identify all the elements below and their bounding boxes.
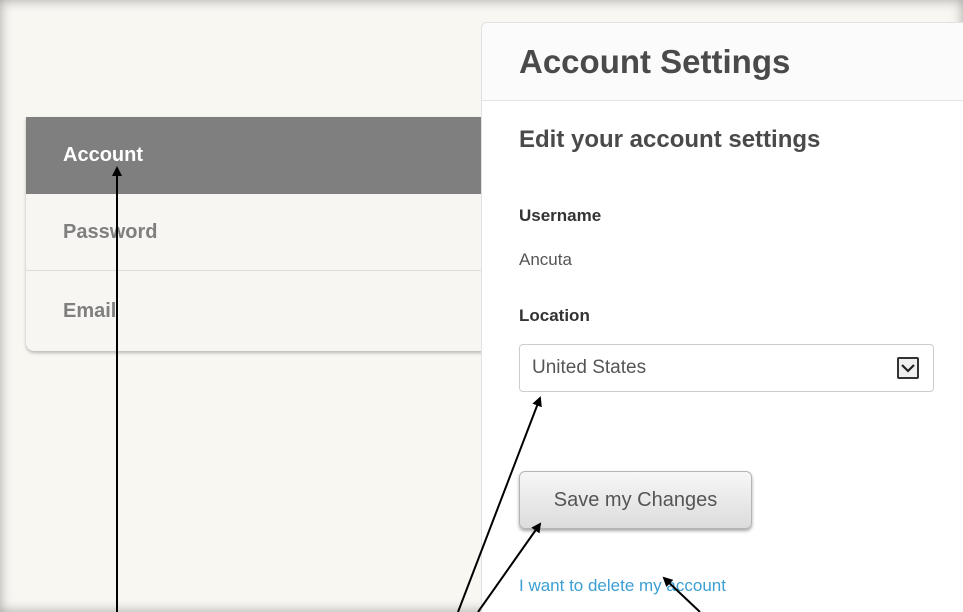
- account-settings-panel: Account Settings Edit your account setti…: [481, 22, 963, 612]
- username-label: Username: [519, 206, 602, 225]
- location-select[interactable]: United States: [519, 344, 934, 392]
- save-changes-button[interactable]: Save my Changes: [519, 471, 752, 529]
- sidebar-item-label: Password: [63, 220, 158, 243]
- settings-sidebar: Account Password Email: [26, 117, 496, 351]
- page-title: Account Settings: [519, 42, 791, 80]
- delete-account-link[interactable]: I want to delete my account: [519, 576, 726, 596]
- location-selected-value: United States: [532, 357, 647, 378]
- chevron-down-icon[interactable]: [897, 357, 919, 379]
- username-value: Ancuta: [519, 250, 572, 269]
- sidebar-item-label: Email: [63, 299, 117, 322]
- screenshot-canvas: Account Password Email Account Settings …: [0, 0, 963, 612]
- panel-header: Account Settings: [482, 23, 963, 101]
- sidebar-item-email[interactable]: Email: [26, 271, 496, 351]
- location-label: Location: [519, 306, 590, 325]
- sidebar-item-account[interactable]: Account: [26, 117, 496, 194]
- sidebar-item-label: Account: [63, 144, 143, 166]
- sidebar-item-password[interactable]: Password: [26, 194, 496, 271]
- section-title: Edit your account settings: [519, 126, 821, 153]
